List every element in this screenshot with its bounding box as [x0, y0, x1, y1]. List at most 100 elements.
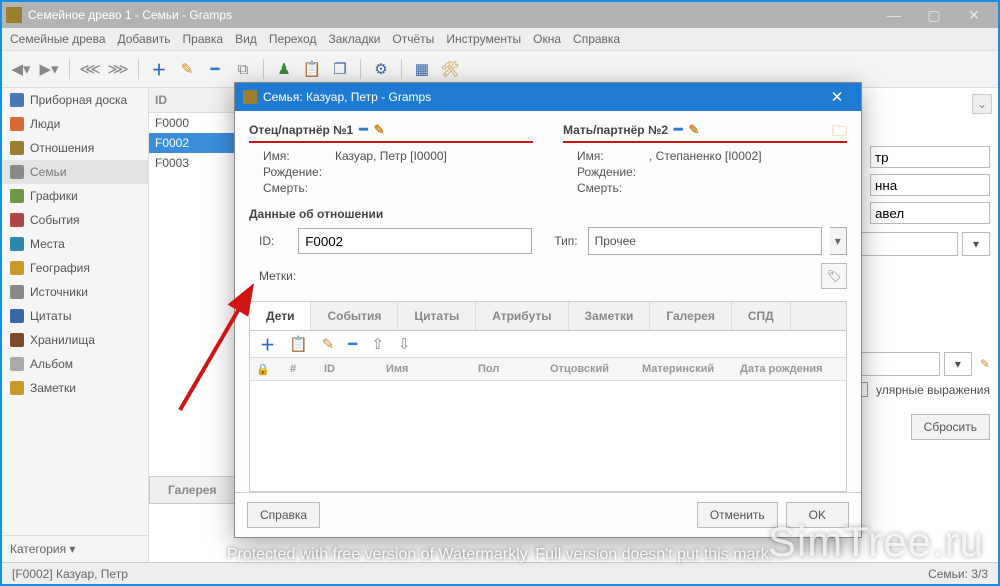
menu-item[interactable]: Переход: [269, 32, 317, 46]
sidebar-item[interactable]: Приборная доска: [2, 88, 148, 112]
edit-filter-icon[interactable]: ✎: [980, 357, 990, 371]
col-lock[interactable]: 🔒: [250, 363, 284, 376]
delete-icon[interactable]: ━: [204, 58, 226, 80]
window-titlebar: Семейное древо 1 - Семьи - Gramps — ▢ ✕: [2, 2, 998, 28]
edit-child-icon[interactable]: ✎: [322, 335, 335, 353]
gallery-tab[interactable]: Галерея: [149, 476, 235, 504]
reset-button[interactable]: Сбросить: [911, 414, 990, 440]
nav-icon: [10, 309, 24, 323]
col-sex[interactable]: Пол: [472, 363, 544, 375]
forward-icon[interactable]: ▶▾: [38, 58, 60, 80]
back-icon[interactable]: ◀▾: [10, 58, 32, 80]
nav-label: События: [30, 213, 80, 227]
partner2-header: Мать/партнёр №2: [563, 123, 668, 137]
nav-icon: [10, 141, 24, 155]
remove-child-icon[interactable]: ━: [348, 335, 357, 353]
menu-item[interactable]: Вид: [235, 32, 257, 46]
nav-label: Люди: [30, 117, 60, 131]
nav-icon: [10, 333, 24, 347]
tab-lds[interactable]: СПД: [732, 302, 791, 330]
sidebar-item[interactable]: Места: [2, 232, 148, 256]
add-icon[interactable]: ＋: [148, 58, 170, 80]
filter-input-3[interactable]: [870, 202, 990, 224]
move-down-icon[interactable]: ⇩: [398, 335, 411, 353]
tab-events[interactable]: События: [311, 302, 398, 330]
copy-icon[interactable]: ❐: [329, 58, 351, 80]
tab-attributes[interactable]: Атрибуты: [476, 302, 568, 330]
menu-item[interactable]: Добавить: [118, 32, 171, 46]
category-dropdown[interactable]: Категория ▾: [2, 535, 148, 562]
sidebar-item[interactable]: Семьи: [2, 160, 148, 184]
person-icon[interactable]: ♟: [273, 58, 295, 80]
edit-icon[interactable]: ✎: [176, 58, 198, 80]
merge-icon[interactable]: ⧉: [232, 58, 254, 80]
col-id[interactable]: ID: [318, 363, 380, 375]
move-up-icon[interactable]: ⇧: [371, 335, 384, 353]
menu-item[interactable]: Отчёты: [392, 32, 434, 46]
nav-icon: [10, 213, 24, 227]
menu-item[interactable]: Закладки: [328, 32, 380, 46]
remove-partner2-icon[interactable]: ━: [674, 121, 682, 138]
filter-input-2[interactable]: [870, 174, 990, 196]
label: Имя:: [263, 149, 335, 163]
dialog-icon: [243, 90, 257, 104]
sidebar-item[interactable]: Люди: [2, 112, 148, 136]
filter-input-1[interactable]: [870, 146, 990, 168]
report-icon[interactable]: ▦: [411, 58, 433, 80]
sidebar-item[interactable]: Альбом: [2, 352, 148, 376]
nav-label: Заметки: [30, 381, 76, 395]
dropdown-icon[interactable]: ▾: [944, 352, 972, 376]
clipboard-icon[interactable]: 📋: [301, 58, 323, 80]
help-button[interactable]: Справка: [247, 502, 320, 528]
preferences-icon[interactable]: ⚙: [370, 58, 392, 80]
ok-button[interactable]: OK: [786, 502, 849, 528]
dropdown-icon[interactable]: ▾: [830, 227, 847, 255]
dropdown-icon[interactable]: ▾: [962, 232, 990, 256]
menu-item[interactable]: Правка: [183, 32, 224, 46]
menu-item[interactable]: Семейные древа: [10, 32, 106, 46]
label: Рождение:: [263, 165, 335, 179]
edit-partner1-icon[interactable]: ✎: [374, 122, 385, 138]
close-button[interactable]: ✕: [954, 7, 994, 24]
type-select[interactable]: Прочее: [588, 227, 822, 255]
tags-button[interactable]: 🏷: [821, 263, 847, 289]
home-forward-icon[interactable]: ⋙: [107, 58, 129, 80]
status-right: Семьи: 3/3: [928, 567, 988, 581]
sidebar-item[interactable]: География: [2, 256, 148, 280]
menu-item[interactable]: Инструменты: [446, 32, 521, 46]
tags-label: Метки:: [259, 269, 296, 283]
sidebar-item[interactable]: Графики: [2, 184, 148, 208]
edit-partner2-icon[interactable]: ✎: [688, 122, 699, 138]
collapse-icon[interactable]: ⌄: [972, 94, 992, 114]
sidebar-item[interactable]: События: [2, 208, 148, 232]
maximize-button[interactable]: ▢: [914, 7, 954, 24]
col-dob[interactable]: Дата рождения: [734, 363, 846, 375]
col-name[interactable]: Имя: [380, 363, 472, 375]
share-child-icon[interactable]: 📋: [289, 335, 308, 353]
sidebar-item[interactable]: Хранилища: [2, 328, 148, 352]
tab-notes[interactable]: Заметки: [569, 302, 651, 330]
col-num[interactable]: #: [284, 363, 318, 375]
sidebar: Приборная доска Люди ОтношенияСемьиГрафики…: [2, 88, 149, 562]
nav-icon: [10, 381, 24, 395]
id-input[interactable]: [298, 228, 532, 254]
sidebar-item[interactable]: Цитаты: [2, 304, 148, 328]
tab-gallery[interactable]: Галерея: [650, 302, 731, 330]
add-child-icon[interactable]: ＋: [260, 334, 275, 355]
folder-icon[interactable]: 🗀: [832, 121, 847, 146]
tab-citations[interactable]: Цитаты: [398, 302, 476, 330]
sidebar-item[interactable]: Источники: [2, 280, 148, 304]
home-back-icon[interactable]: ⋘: [79, 58, 101, 80]
tools-icon[interactable]: 🛠: [439, 58, 461, 80]
tab-children[interactable]: Дети: [250, 302, 311, 330]
dialog-close-button[interactable]: ✕: [821, 88, 853, 106]
sidebar-item[interactable]: Заметки: [2, 376, 148, 400]
sidebar-item[interactable]: Отношения: [2, 136, 148, 160]
menu-item[interactable]: Справка: [573, 32, 620, 46]
col-maternal[interactable]: Материнский: [636, 363, 734, 375]
remove-partner1-icon[interactable]: ━: [359, 121, 367, 138]
menu-item[interactable]: Окна: [533, 32, 561, 46]
col-paternal[interactable]: Отцовский: [544, 363, 636, 375]
minimize-button[interactable]: —: [874, 7, 914, 24]
cancel-button[interactable]: Отменить: [697, 502, 778, 528]
